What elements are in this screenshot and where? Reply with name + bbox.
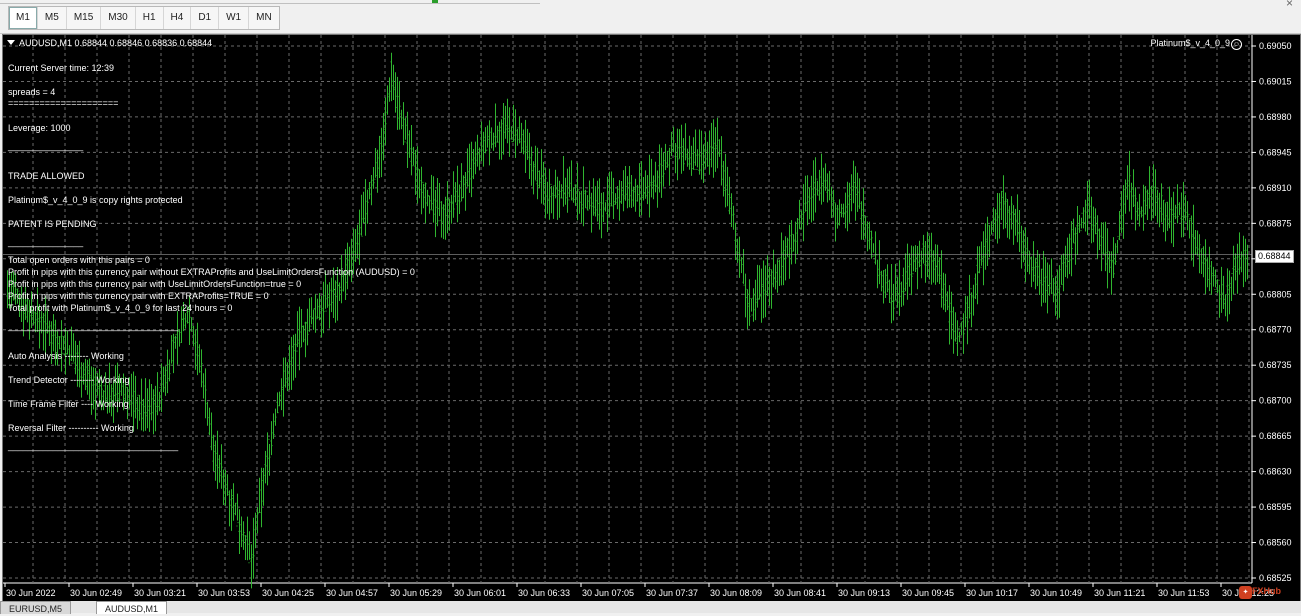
time-tick-label: 30 Jun 07:37 [646, 588, 698, 598]
timeframe-button-mn[interactable]: MN [249, 7, 279, 29]
timeframe-button-m5[interactable]: M5 [38, 7, 67, 29]
price-tick-label: 0.69050 [1259, 41, 1292, 51]
time-tick-label: 30 Jun 10:17 [966, 588, 1018, 598]
timeframe-button-m1[interactable]: M1 [9, 7, 38, 29]
price-tick-label: 0.68910 [1259, 183, 1292, 193]
time-tick-label: 30 Jun 05:29 [390, 588, 442, 598]
price-tick-label: 0.68630 [1259, 467, 1292, 477]
price-tick-label: 0.69015 [1259, 76, 1292, 86]
price-tick-label: 0.68875 [1259, 218, 1292, 228]
price-tick-label: 0.68665 [1259, 431, 1292, 441]
time-tick-label: 30 Jun 07:05 [582, 588, 634, 598]
timeframe-toolbar: × M1 M5 M15 M30 H1 H4 D1 W1 MN [0, 0, 1301, 34]
price-tick-label: 0.68770 [1259, 325, 1292, 335]
time-tick-label: 30 Jun 06:33 [518, 588, 570, 598]
time-tick-label: 30 Jun 08:09 [710, 588, 762, 598]
time-tick-label: 30 Jun 2022 [6, 588, 56, 598]
time-tick-label: 30 Jun 11:21 [1094, 588, 1145, 598]
status-indicator [432, 0, 438, 3]
timeframe-button-group: M1 M5 M15 M30 H1 H4 D1 W1 MN [8, 6, 280, 30]
price-tick-label: 0.68735 [1259, 360, 1292, 370]
price-tick-label: 0.68840 [1259, 254, 1292, 264]
timeframe-button-w1[interactable]: W1 [219, 7, 250, 29]
close-icon[interactable]: × [1286, 0, 1293, 10]
price-tick-label: 0.68805 [1259, 289, 1292, 299]
time-tick-label: 30 Jun 04:25 [262, 588, 314, 598]
tab-audusd-m1[interactable]: AUDUSD,M1 [96, 601, 168, 614]
watermark-logo-icon: ✦ [1239, 586, 1252, 599]
time-tick-label: 30 Jun 08:41 [774, 588, 826, 598]
time-tick-label: 30 Jun 06:01 [454, 588, 506, 598]
tab-eurusd-m5[interactable]: EURUSD,M5 [0, 601, 72, 614]
time-tick-label: 30 Jun 04:57 [326, 588, 378, 598]
timeframe-button-h1[interactable]: H1 [136, 7, 164, 29]
timeframe-button-m15[interactable]: M15 [67, 7, 102, 29]
price-tick-label: 0.68945 [1259, 147, 1292, 157]
chart-canvas: 0.69050 0.69015 0.68980 0.68945 0.68910 0.688… [3, 35, 1292, 598]
price-tick-label: 0.68595 [1259, 502, 1292, 512]
time-tick-label: 30 Jun 09:13 [838, 588, 890, 598]
time-tick-label: 30 Jun 10:49 [1030, 588, 1082, 598]
time-tick-label: 30 Jun 02:49 [70, 588, 122, 598]
time-tick-label: 30 Jun 11:53 [1158, 588, 1209, 598]
price-tick-label: 0.68525 [1259, 573, 1292, 583]
timeframe-button-m30[interactable]: M30 [101, 7, 136, 29]
chart-tabs-bar: EURUSD,M5 AUDUSD,M1 [0, 601, 1301, 614]
toolbar-divider [0, 0, 540, 4]
watermark-text: FXHub [1252, 586, 1281, 596]
price-tick-label: 0.68560 [1259, 538, 1292, 548]
price-tick-label: 0.68700 [1259, 396, 1292, 406]
time-tick-label: 30 Jun 09:45 [902, 588, 954, 598]
time-tick-label: 30 Jun 03:53 [198, 588, 250, 598]
price-tick-label: 0.68980 [1259, 112, 1292, 122]
price-chart[interactable]: 0.69050 0.69015 0.68980 0.68945 0.68910 0.688… [2, 34, 1301, 602]
time-tick-label: 30 Jun 03:21 [134, 588, 186, 598]
timeframe-button-d1[interactable]: D1 [191, 7, 220, 29]
timeframe-button-h4[interactable]: H4 [164, 7, 192, 29]
